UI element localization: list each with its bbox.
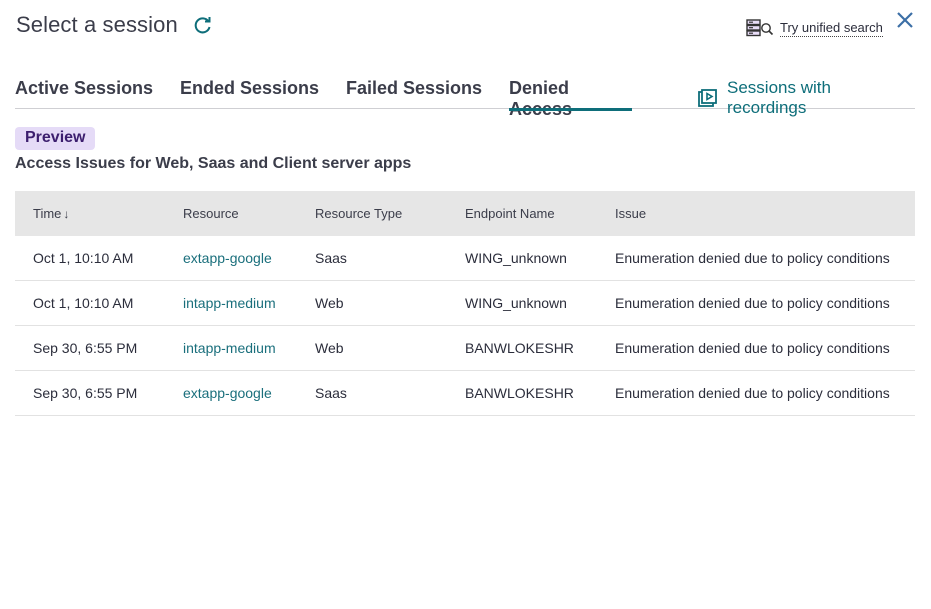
cell-time: Sep 30, 6:55 PM [33,340,138,356]
table-row[interactable]: Oct 1, 10:10 AM extapp-google Saas WING_… [15,236,915,281]
cell-issue: Enumeration denied due to policy conditi… [615,385,890,401]
table-header: Time ↓ Resource Resource Type Endpoint Na… [15,191,915,236]
cell-endpoint-name: BANWLOKESHR [465,340,574,356]
recordings-icon [698,89,717,107]
denied-access-table: Time ↓ Resource Resource Type Endpoint Na… [15,191,915,416]
close-button[interactable] [895,10,915,30]
tab-denied-access[interactable]: Denied Access [509,76,632,119]
cell-endpoint-name: BANWLOKESHR [465,385,574,401]
unified-search-label: Try unified search [780,19,883,37]
column-header-issue[interactable]: Issue [615,206,646,221]
refresh-icon [194,17,211,34]
column-header-time[interactable]: Time ↓ [33,206,69,221]
close-icon [897,12,913,28]
cell-issue: Enumeration denied due to policy conditi… [615,250,890,266]
sessions-with-recordings-link[interactable]: Sessions with recordings [698,78,915,118]
recordings-label: Sessions with recordings [727,78,831,117]
cell-time: Oct 1, 10:10 AM [33,295,134,311]
tab-failed-sessions[interactable]: Failed Sessions [346,76,482,109]
session-tabs: Active Sessions Ended Sessions Failed Se… [15,76,915,119]
session-select-dialog: Select a session Try unified search Acti… [0,0,931,609]
tab-active-sessions[interactable]: Active Sessions [15,76,153,109]
column-header-resource[interactable]: Resource [183,206,239,221]
cell-resource-link[interactable]: intapp-medium [183,340,276,356]
try-unified-search-link[interactable]: Try unified search [746,18,883,38]
unified-search-icon [746,19,774,37]
sort-descending-icon: ↓ [63,207,70,221]
dialog-header: Select a session [16,12,214,38]
cell-endpoint-name: WING_unknown [465,250,567,266]
cell-time: Oct 1, 10:10 AM [33,250,134,266]
cell-resource-link[interactable]: extapp-google [183,385,272,401]
cell-issue: Enumeration denied due to policy conditi… [615,340,890,356]
table-row[interactable]: Sep 30, 6:55 PM intapp-medium Web BANWLO… [15,326,915,371]
table-row[interactable]: Oct 1, 10:10 AM intapp-medium Web WING_u… [15,281,915,326]
tab-ended-sessions[interactable]: Ended Sessions [180,76,319,109]
cell-time: Sep 30, 6:55 PM [33,385,138,401]
cell-resource-type: Saas [315,250,347,266]
page-title: Select a session [16,12,178,37]
table-row[interactable]: Sep 30, 6:55 PM extapp-google Saas BANWL… [15,371,915,416]
preview-badge: Preview [15,127,96,150]
cell-resource-link[interactable]: extapp-google [183,250,272,266]
column-header-resource-type[interactable]: Resource Type [315,206,402,221]
cell-resource-type: Saas [315,385,347,401]
cell-resource-link[interactable]: intapp-medium [183,295,276,311]
cell-issue: Enumeration denied due to policy conditi… [615,295,890,311]
refresh-button[interactable] [192,14,214,36]
section-subtitle: Access Issues for Web, Saas and Client s… [15,155,412,172]
cell-endpoint-name: WING_unknown [465,295,567,311]
cell-resource-type: Web [315,340,344,356]
column-header-endpoint-name[interactable]: Endpoint Name [465,206,555,221]
cell-resource-type: Web [315,295,344,311]
